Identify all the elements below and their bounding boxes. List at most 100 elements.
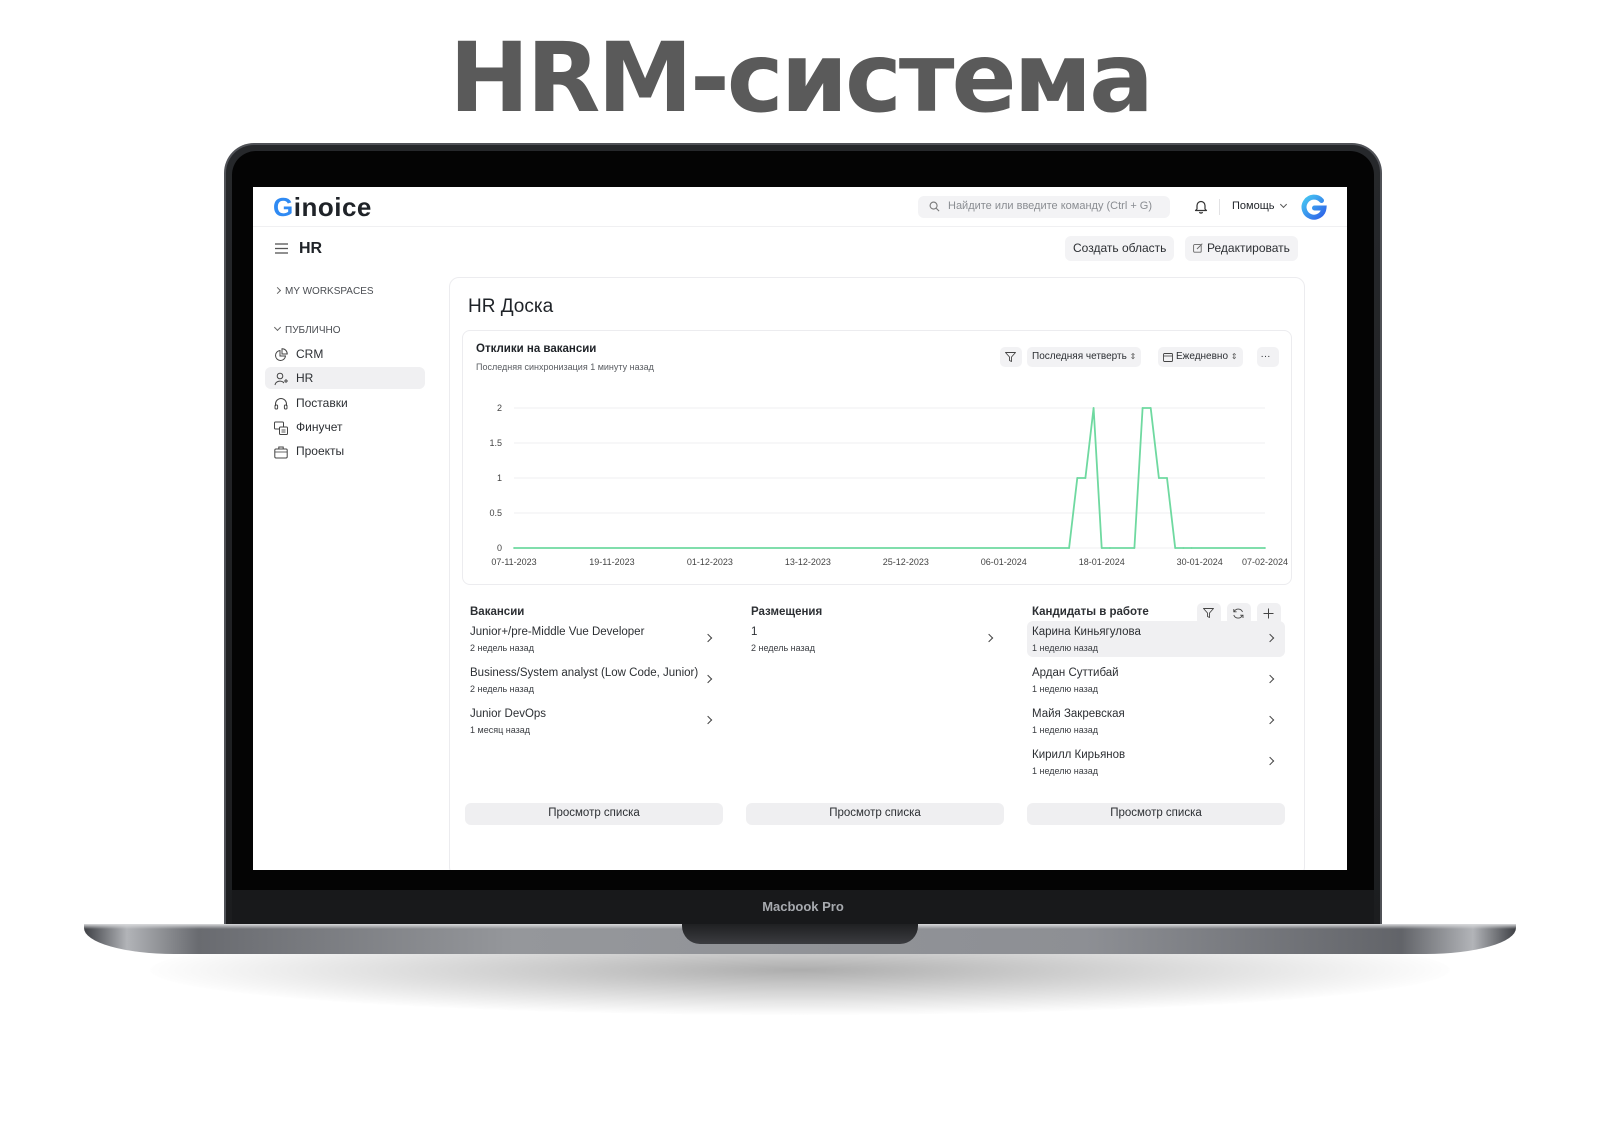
chart-filter-button[interactable] xyxy=(1000,347,1022,367)
list-item-time: 1 неделю назад xyxy=(1032,643,1099,653)
my-workspaces-toggle[interactable]: MY WORKSPACES xyxy=(273,286,374,297)
sidebar-item-supplies[interactable]: Поставки xyxy=(265,392,425,414)
period-select[interactable]: Последняя четверть ⇕ xyxy=(1027,347,1142,367)
headset-icon xyxy=(274,398,288,410)
sidebar-item-crm[interactable]: CRM xyxy=(265,343,425,365)
data-point xyxy=(1264,547,1266,549)
vacancies-column-title: Вакансии xyxy=(470,606,525,618)
top-bar: Ginoice Найдите или введите команду (Ctr… xyxy=(253,187,1347,227)
chevron-right-icon xyxy=(1265,674,1275,684)
list-item-time: 1 неделю назад xyxy=(1032,684,1099,694)
list-item[interactable]: Майя Закревская 1 неделю назад xyxy=(1027,703,1285,739)
chart-subtitle: Последняя синхронизация 1 минуту назад xyxy=(476,362,654,372)
data-point xyxy=(1182,547,1185,549)
bell-icon[interactable] xyxy=(1194,199,1208,214)
list-item-time: 2 недель назад xyxy=(470,684,534,694)
x-tick-label: 01-12-2023 xyxy=(687,557,733,567)
topbar-divider xyxy=(1219,199,1220,215)
data-point xyxy=(1133,547,1136,549)
list-item-title: Ардан Суттибай xyxy=(1032,667,1119,679)
public-section-toggle[interactable]: ПУБЛИЧНО xyxy=(273,323,341,336)
chevron-down-icon xyxy=(1279,200,1287,209)
placements-column-title: Размещения xyxy=(751,606,823,618)
list-item[interactable]: Business/System analyst (Low Code, Junio… xyxy=(465,662,723,698)
chevron-right-icon xyxy=(273,286,282,295)
sidebar: MY WORKSPACES ПУБЛИЧНО CRM HR Поставки Ф… xyxy=(253,269,443,869)
money-icon xyxy=(274,421,288,435)
x-tick-label: 13-12-2023 xyxy=(785,557,831,567)
hamburger-menu-icon[interactable] xyxy=(275,243,288,254)
list-item-title: 1 xyxy=(751,626,758,638)
view-list-button[interactable]: Просмотр списка xyxy=(1027,803,1285,825)
x-tick-label: 07-02-2024 xyxy=(1242,557,1288,567)
data-point xyxy=(1092,407,1095,409)
y-tick-label: 0.5 xyxy=(489,508,502,518)
laptop-notch xyxy=(682,924,918,944)
laptop-chin: Macbook Pro xyxy=(232,890,1374,925)
x-tick-label: 18-01-2024 xyxy=(1079,557,1125,567)
device-brand-label: Macbook Pro xyxy=(762,899,844,914)
sidebar-item-finance[interactable]: Финучет xyxy=(265,416,425,438)
interval-select-value: Ежедневно xyxy=(1176,351,1229,362)
list-item-title: Майя Закревская xyxy=(1032,708,1125,720)
sort-updown-icon: ⇕ xyxy=(1230,352,1238,361)
filter-icon xyxy=(1005,352,1016,362)
sort-updown-icon: ⇕ xyxy=(1129,352,1137,361)
help-menu[interactable]: Помощь xyxy=(1232,200,1287,212)
search-placeholder: Найдите или введите команду (Ctrl + G) xyxy=(948,200,1153,212)
y-tick-label: 1 xyxy=(497,473,502,483)
sidebar-item-label: Проекты xyxy=(296,444,345,458)
page-title: HR xyxy=(299,240,323,257)
help-label: Помощь xyxy=(1232,200,1275,212)
data-point xyxy=(1141,407,1144,409)
search-input[interactable]: Найдите или введите команду (Ctrl + G) xyxy=(918,196,1170,218)
edit-icon xyxy=(1193,243,1203,253)
chevron-right-icon xyxy=(984,633,994,643)
list-item-title: Кирилл Кирьянов xyxy=(1032,749,1126,761)
list-item-time: 2 недель назад xyxy=(470,643,534,653)
list-item[interactable]: Ардан Суттибай 1 неделю назад xyxy=(1027,662,1285,698)
x-tick-label: 06-01-2024 xyxy=(981,557,1027,567)
list-item[interactable]: Карина Киньягулова 1 неделю назад xyxy=(1027,621,1285,657)
sidebar-item-label: Финучет xyxy=(296,420,343,434)
edit-button[interactable]: Редактировать xyxy=(1185,236,1298,261)
list-item-title: Business/System analyst (Low Code, Junio… xyxy=(470,667,699,679)
view-list-button[interactable]: Просмотр списка xyxy=(465,803,723,825)
list-item-time: 1 неделю назад xyxy=(1032,766,1099,776)
chevron-right-icon xyxy=(703,633,713,643)
data-point xyxy=(1166,477,1168,479)
edit-label: Редактировать xyxy=(1207,241,1290,255)
chart-more-button[interactable]: ··· xyxy=(1257,347,1279,367)
briefcase-icon xyxy=(274,446,288,459)
list-item[interactable]: Junior+/pre-Middle Vue Developer 2 недель… xyxy=(465,621,723,657)
sidebar-item-projects[interactable]: Проекты xyxy=(265,440,425,462)
period-select-value: Последняя четверть xyxy=(1032,351,1127,362)
responses-chart-panel: Отклики на вакансии Последняя синхрониза… xyxy=(462,330,1292,585)
x-tick-label: 07-11-2023 xyxy=(491,557,536,567)
list-item-title: Карина Киньягулова xyxy=(1032,626,1141,638)
data-point xyxy=(1149,407,1152,409)
interval-select[interactable]: Ежедневно ⇕ xyxy=(1158,347,1243,367)
data-point xyxy=(1174,547,1177,549)
chart-title: Отклики на вакансии xyxy=(476,343,597,355)
list-item-time: 2 недель назад xyxy=(751,643,815,653)
app-logo[interactable]: Ginoice xyxy=(273,192,372,223)
view-list-button[interactable]: Просмотр списка xyxy=(746,803,1004,825)
user-add-icon xyxy=(274,372,288,386)
list-item-title: Junior DevOps xyxy=(470,708,547,720)
logo-text: inoice xyxy=(293,192,372,222)
plus-icon xyxy=(1263,608,1274,619)
sidebar-item-label: HR xyxy=(296,371,314,385)
list-item[interactable]: Junior DevOps 1 месяц назад xyxy=(465,703,723,739)
calendar-icon xyxy=(1163,353,1173,362)
chevron-right-icon xyxy=(703,674,713,684)
list-item[interactable]: Кирилл Кирьянов 1 неделю назад xyxy=(1027,744,1285,780)
sidebar-item-label: Поставки xyxy=(296,396,348,410)
create-area-button[interactable]: Создать область xyxy=(1065,236,1175,261)
logo-letter: G xyxy=(273,192,294,222)
chevron-right-icon xyxy=(703,715,713,725)
filter-icon xyxy=(1203,608,1214,618)
user-avatar[interactable] xyxy=(1301,194,1327,220)
list-item[interactable]: 1 2 недель назад xyxy=(746,621,1004,657)
sidebar-item-hr[interactable]: HR xyxy=(265,367,425,389)
